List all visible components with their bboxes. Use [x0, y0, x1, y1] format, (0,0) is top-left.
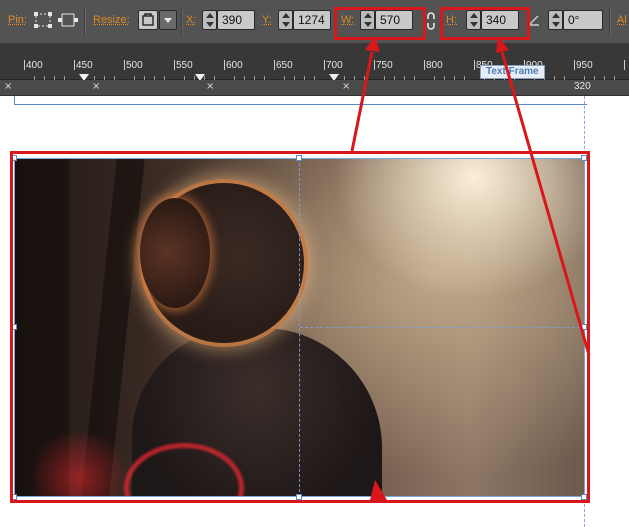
ruler-label: 650 — [276, 60, 293, 71]
toolbar-separator — [181, 6, 183, 36]
ruler-tick — [624, 60, 625, 70]
ruler-label: 400 — [26, 60, 43, 71]
resize-dropdown-arrow-icon[interactable] — [159, 10, 177, 30]
close-mark[interactable]: × — [4, 81, 12, 92]
ruler-tick — [274, 60, 275, 70]
ruler-readout: 320 — [574, 81, 591, 92]
ruler-label: 500 — [126, 60, 143, 71]
ruler-tick — [574, 60, 575, 70]
angle-spinner-icon[interactable] — [548, 10, 563, 30]
ruler-label: 550 — [176, 60, 193, 71]
ruler-tick — [124, 60, 125, 70]
y-label: Y: — [262, 14, 272, 26]
y-spinner-icon[interactable] — [278, 10, 293, 30]
x-input[interactable]: 390 — [217, 10, 255, 30]
y-input[interactable]: 1274 — [293, 10, 331, 30]
close-mark[interactable]: × — [206, 81, 214, 92]
ruler-label: 600 — [226, 60, 243, 71]
toolbar-separator — [609, 6, 611, 36]
ruler-label: 450 — [76, 60, 93, 71]
pin-label: Pin: — [8, 14, 27, 26]
ruler-tick — [474, 60, 475, 70]
pin-center-icon[interactable] — [58, 11, 78, 29]
ruler-tick — [224, 60, 225, 70]
chain-link-icon[interactable] — [425, 11, 437, 31]
ruler-label: 700 — [326, 60, 343, 71]
resize-label: Resize: — [93, 14, 130, 26]
align-label: Al — [617, 14, 627, 26]
resize-icon — [142, 13, 154, 26]
ruler-tick — [74, 60, 75, 70]
close-mark[interactable]: × — [92, 81, 100, 92]
text-frame-tooltip: Text Frame — [480, 65, 545, 79]
frame-edge — [14, 96, 15, 104]
ruler-label: 950 — [576, 60, 593, 71]
ruler-tick — [324, 60, 325, 70]
x-spinner-icon[interactable] — [202, 10, 217, 30]
w-field-callout — [334, 7, 426, 40]
close-mark[interactable]: × — [342, 81, 350, 92]
x-label: X: — [186, 14, 197, 26]
ruler-tick — [24, 60, 25, 70]
toolbar-separator — [84, 6, 86, 36]
text-frame-bottom-edge — [14, 104, 587, 105]
h-field-callout — [440, 7, 530, 40]
column-ruler-strip[interactable]: × × × × — [0, 80, 629, 96]
ruler-label: 800 — [426, 60, 443, 71]
angle-input[interactable]: 0° — [563, 10, 603, 30]
resize-mode-button[interactable] — [138, 10, 158, 30]
pin-top-left-icon[interactable] — [33, 11, 53, 29]
ruler-tick — [174, 60, 175, 70]
properties-toolbar: Pin: Resize: X: 390 Y: 1274 W: 570 H: 34… — [0, 0, 629, 44]
ruler-tick — [424, 60, 425, 70]
ruler-tick — [374, 60, 375, 70]
image-callout — [10, 151, 590, 503]
ruler-label: 750 — [376, 60, 393, 71]
